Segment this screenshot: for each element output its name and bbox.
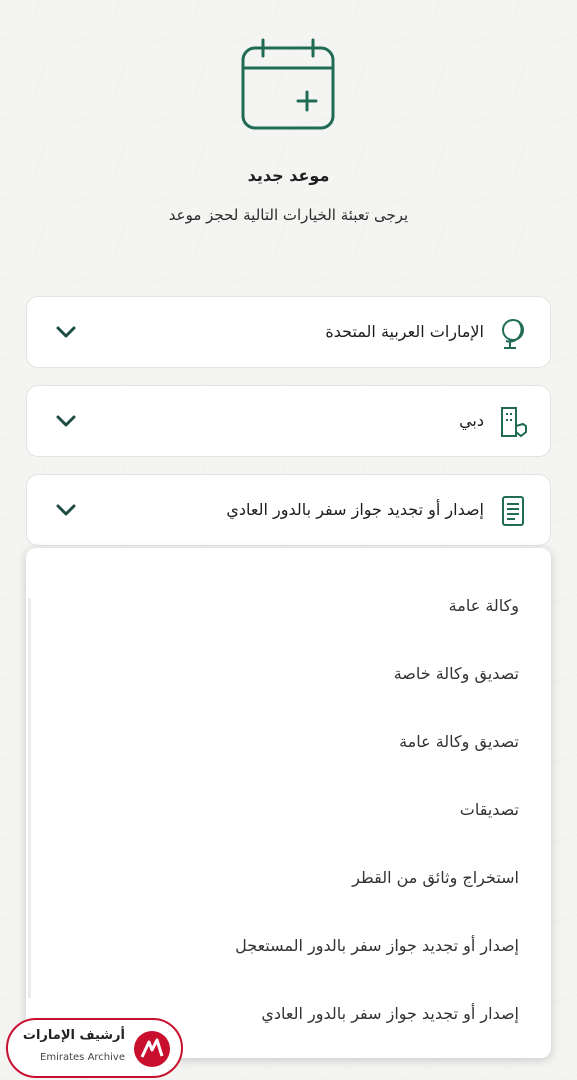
city-select-value: دبي: [459, 411, 484, 430]
emirates-archive-logo-icon: [134, 1031, 170, 1067]
city-select[interactable]: دبي: [26, 385, 551, 457]
dropdown-option[interactable]: تصديق وكالة خاصة: [394, 664, 519, 683]
country-select-value: الإمارات العربية المتحدة: [325, 322, 484, 341]
building-icon: [501, 407, 527, 438]
dropdown-option[interactable]: إصدار أو تجديد جواز سفر بالدور العادي: [261, 1004, 519, 1023]
dropdown-option[interactable]: استخراج وثائق من القطر: [352, 868, 519, 887]
emirates-archive-watermark: أرشيف الإمارات Emirates Archive: [6, 1018, 183, 1078]
dropdown-option[interactable]: وكالة عامة: [449, 596, 519, 615]
globe-icon: [502, 319, 524, 349]
watermark-arabic-text: أرشيف الإمارات: [22, 1028, 125, 1043]
country-select[interactable]: الإمارات العربية المتحدة: [26, 296, 551, 368]
service-select-value: إصدار أو تجديد جواز سفر بالدور العادي: [226, 500, 484, 519]
chevron-down-icon: [56, 504, 76, 516]
dropdown-scrollbar[interactable]: [28, 598, 31, 998]
page-title: موعد جديد: [247, 166, 330, 185]
service-select[interactable]: إصدار أو تجديد جواز سفر بالدور العادي: [26, 474, 551, 546]
dropdown-option[interactable]: تصديقات: [460, 800, 519, 819]
page-subtitle: يرجى تعبئة الخيارات التالية لحجز موعد: [168, 206, 409, 224]
document-icon: [502, 496, 524, 526]
dropdown-option[interactable]: إصدار أو تجديد جواز سفر بالدور المستعجل: [235, 936, 519, 955]
calendar-plus-icon: [241, 38, 335, 130]
watermark-english-text: Emirates Archive: [40, 1052, 125, 1063]
service-dropdown-list[interactable]: وكالة عامة تصديق وكالة خاصة تصديق وكالة …: [26, 548, 551, 1058]
chevron-down-icon: [56, 415, 76, 427]
chevron-down-icon: [56, 326, 76, 338]
dropdown-option[interactable]: تصديق وكالة عامة: [399, 732, 519, 751]
